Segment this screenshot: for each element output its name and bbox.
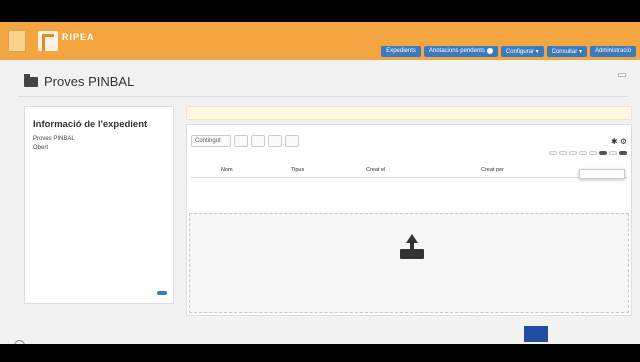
grid-view-button[interactable] (599, 151, 607, 155)
expedient-info-panel: Informació de l'expedient Proves PINBAL … (24, 106, 174, 304)
new-content-button[interactable] (619, 151, 627, 155)
govern-logo (6, 26, 28, 56)
column-header[interactable]: Nom (221, 167, 233, 173)
app-window: RIPEA Expedients Anotacions pendents Con… (0, 22, 640, 344)
column-header[interactable]: Creat per (481, 167, 504, 173)
nav-administracio[interactable]: Administració (589, 46, 636, 57)
main-nav: Expedients Anotacions pendents Configura… (381, 46, 636, 57)
toolbar-button[interactable] (579, 151, 587, 155)
settings-icon[interactable]: ⚙ (620, 137, 627, 146)
divider (18, 96, 628, 97)
cart-icon[interactable]: ✱ (611, 137, 618, 146)
nav-expedients[interactable]: Expedients (381, 46, 421, 57)
page-title: Proves PINBAL (44, 74, 135, 89)
dropdown-item[interactable] (580, 174, 624, 176)
page-header: Proves PINBAL (24, 73, 135, 89)
nav-configurar[interactable]: Configurar ▾ (500, 46, 544, 57)
panel-title: Informació de l'expedient (33, 119, 148, 130)
top-bar: RIPEA Expedients Anotacions pendents Con… (0, 22, 640, 60)
tab-dades[interactable] (233, 135, 248, 147)
tab-remeses[interactable] (267, 135, 282, 147)
toolbar-button[interactable] (559, 151, 567, 155)
new-content-dropdown (579, 169, 625, 179)
toolbar-button[interactable] (569, 151, 577, 155)
toolbar-button[interactable] (589, 151, 597, 155)
ripea-logo-icon (38, 31, 58, 51)
tab-bar: Contingut (191, 135, 299, 147)
top-links (616, 28, 634, 34)
eu-flag-logo (524, 326, 548, 342)
seal-icon (14, 340, 25, 344)
column-header[interactable]: Creat el (366, 167, 385, 173)
tab-contingut[interactable]: Contingut (191, 135, 231, 147)
expedient-select[interactable] (618, 73, 626, 77)
tab-interessats[interactable] (250, 135, 265, 147)
anotacions-count-badge (486, 48, 493, 54)
upload-dropzone[interactable] (189, 213, 629, 313)
content-panel: Contingut ✱ ⚙ Nom Tipus Creat el Creat p… (186, 124, 632, 316)
modify-button[interactable] (157, 291, 167, 295)
app-title: RIPEA (62, 32, 95, 42)
nav-anotacions[interactable]: Anotacions pendents (423, 46, 498, 57)
nav-consultar[interactable]: Consultar ▾ (546, 46, 587, 57)
column-header[interactable]: Tipus (291, 167, 304, 173)
page-header-right (618, 72, 626, 81)
field-value: Obert (33, 145, 49, 151)
table-header: Nom Tipus Creat el Creat per (191, 165, 627, 178)
main-content: Contingut ✱ ⚙ Nom Tipus Creat el Creat p… (186, 106, 632, 320)
footer-credit (12, 340, 27, 344)
content-toolbar (549, 151, 627, 155)
tab-relacionats[interactable] (284, 135, 299, 147)
field-value: Proves PINBAL (33, 136, 75, 142)
info-fields: Proves PINBAL Obert (33, 136, 173, 152)
upload-icon (400, 234, 424, 260)
warning-alert (186, 106, 632, 120)
panel-actions: ✱ ⚙ (611, 137, 627, 146)
list-view-button[interactable] (609, 151, 617, 155)
toolbar-button[interactable] (549, 151, 557, 155)
folder-icon (24, 73, 38, 87)
